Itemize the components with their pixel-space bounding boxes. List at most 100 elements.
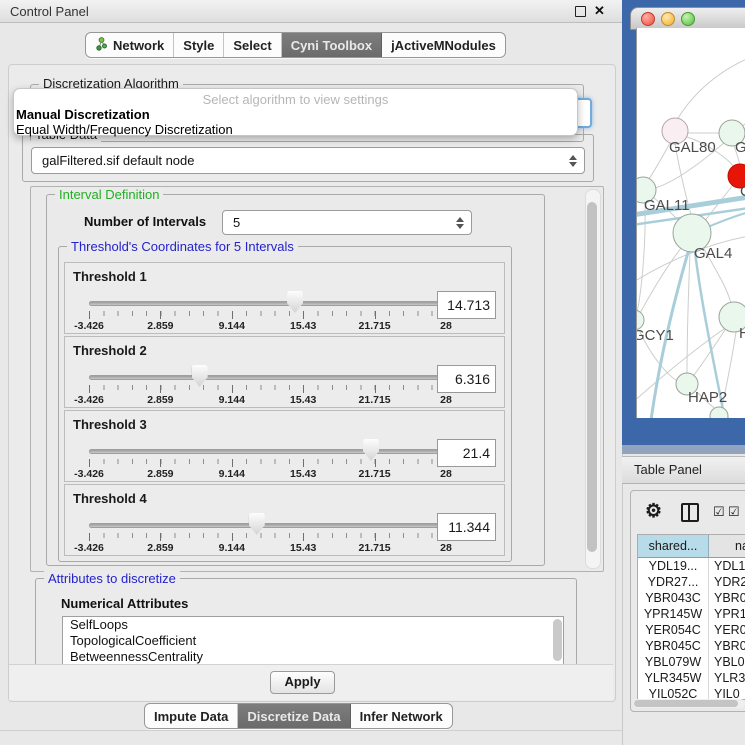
cell-name: YBR0 [709,590,745,606]
list-scrollbar-thumb[interactable] [553,619,562,661]
numerical-attributes-list[interactable]: SelfLoopsTopologicalCoefficientBetweenne… [62,616,564,665]
slider-handle[interactable] [249,513,265,535]
attribute-item[interactable]: BetweennessCentrality [63,649,563,665]
network-graph[interactable]: GAL80GACGAL11GAL4GCY1HHAP2 [637,28,745,418]
scrollbar-thumb[interactable] [634,700,738,707]
cell-name: YIL0 [709,686,745,700]
slider-track[interactable] [89,523,446,528]
tab-discretize-data[interactable]: Discretize Data [238,704,350,728]
table-panel-title: Table Panel [634,462,702,477]
tab-label: jActiveMNodules [391,38,496,53]
cell-shared-name: YDL19... [638,558,709,574]
column-header-shared-name[interactable]: shared... [638,535,709,557]
table-data-group: Table Data galFiltered.sif default node [22,134,594,182]
node-bottom-partial[interactable] [710,407,728,418]
vertical-scrollbar[interactable] [585,189,601,569]
attributes-title: Attributes to discretize [44,571,180,586]
checkbox-icon-1[interactable]: ☑ [713,504,725,520]
slider-tick-label: 28 [440,394,452,406]
dropdown-option-manual[interactable]: Manual Discretization [14,107,577,122]
dropdown-prompt[interactable]: Select algorithm to view settings [14,89,577,107]
checkbox-icon-2[interactable]: ☑ [728,504,740,520]
network-edge[interactable] [677,58,745,120]
horizontal-scrollbar[interactable] [633,699,745,708]
table-row[interactable]: YPR145WYPR1 [638,606,745,622]
tab-label: Style [183,38,214,53]
attribute-item[interactable]: TopologicalCoefficient [63,633,563,649]
network-canvas[interactable]: GAL80GACGAL11GAL4GCY1HHAP2 [636,28,745,418]
tab-select[interactable]: Select [224,33,281,57]
network-edge[interactable] [646,143,670,183]
tab-impute-data[interactable]: Impute Data [145,704,238,728]
threshold-box-3: Threshold 3-3.4262.8599.14415.4321.71528… [64,410,505,482]
node-label-gal80: GAL80 [669,139,716,156]
slider-handle[interactable] [363,439,379,461]
slider-track[interactable] [89,301,446,306]
network-icon [95,37,108,54]
column-header-name[interactable]: na [709,535,745,557]
slider-major-tick [160,385,161,393]
cell-shared-name: YIL052C [638,686,709,700]
threshold-value-field[interactable]: 21.4 [437,439,496,467]
gear-icon[interactable]: ⚙ [645,500,662,523]
table-header-row: shared... na [638,535,745,558]
table-row[interactable]: YBR043CYBR0 [638,590,745,606]
slider-tick-label: 21.715 [359,468,391,480]
mac-close-button[interactable] [641,12,655,26]
table-row[interactable]: YDR27...YDR2 [638,574,745,590]
node-label-gal4: GAL4 [694,245,732,262]
network-window-titlebar[interactable] [630,7,745,30]
slider-track[interactable] [89,375,446,380]
tab-infer-network[interactable]: Infer Network [351,704,452,728]
tab-network[interactable]: Network [86,33,174,57]
table-row[interactable]: YDL19...YDL1 [638,558,745,574]
table-panel-header: Table Panel [622,456,745,484]
node-label-gcy1: GCY1 [637,327,674,344]
tab-style[interactable]: Style [174,33,224,57]
slider-tick-label: 2.859 [147,394,173,406]
slider-major-tick [160,459,161,467]
threshold-value-field[interactable]: 11.344 [437,513,496,541]
slider-tick-label: -3.426 [74,542,104,554]
combo-spinner-icon [452,217,468,229]
slider-tick-label: 9.144 [219,468,245,480]
table-row[interactable]: YBL079WYBL0 [638,654,745,670]
column-layout-icon[interactable] [681,503,699,522]
slider-major-tick [303,533,304,541]
app-window: Control Panel ✕ NetworkStyleSelectCyni T… [0,0,745,745]
table-toolbar: ⚙ ☑ ☑ [631,495,745,531]
tab-label: Infer Network [360,709,443,724]
divider [0,730,622,731]
slider-tick-label: 28 [440,468,452,480]
table-data-select[interactable]: galFiltered.sif default node [31,147,585,174]
number-of-intervals-label: Number of Intervals [84,214,206,229]
close-icon[interactable]: ✕ [594,3,605,19]
tab-jactivemnodules[interactable]: jActiveMNodules [382,33,505,57]
slider-handle[interactable] [192,365,208,387]
table-row[interactable]: YLR345WYLR3 [638,670,745,686]
slider-major-tick [232,533,233,541]
float-window-icon[interactable] [575,6,586,17]
slider-track[interactable] [89,449,446,454]
slider-major-tick [375,311,376,319]
mac-zoom-button[interactable] [681,12,695,26]
apply-button[interactable]: Apply [270,671,335,694]
dropdown-option-equal-width[interactable]: Equal Width/Frequency Discretization [14,122,577,137]
cell-shared-name: YER054C [638,622,709,638]
slider-major-tick [232,311,233,319]
table-row[interactable]: YIL052CYIL0 [638,686,745,700]
slider-handle[interactable] [287,291,303,313]
network-edge[interactable] [637,203,645,313]
threshold-value-field[interactable]: 14.713 [437,291,496,319]
attribute-item[interactable]: SelfLoops [63,617,563,633]
slider-major-tick [375,385,376,393]
threshold-value-field[interactable]: 6.316 [437,365,496,393]
table-row[interactable]: YER054CYER0 [638,622,745,638]
mac-minimize-button[interactable] [661,12,675,26]
tab-cyni-toolbox[interactable]: Cyni Toolbox [282,33,382,57]
number-of-intervals-select[interactable]: 5 [222,210,472,235]
table-row[interactable]: YBR045CYBR0 [638,638,745,654]
tab-label: Impute Data [154,709,228,724]
threshold-box-1: Threshold 1-3.4262.8599.14415.4321.71528… [64,262,505,334]
scrollbar-thumb[interactable] [587,202,597,552]
